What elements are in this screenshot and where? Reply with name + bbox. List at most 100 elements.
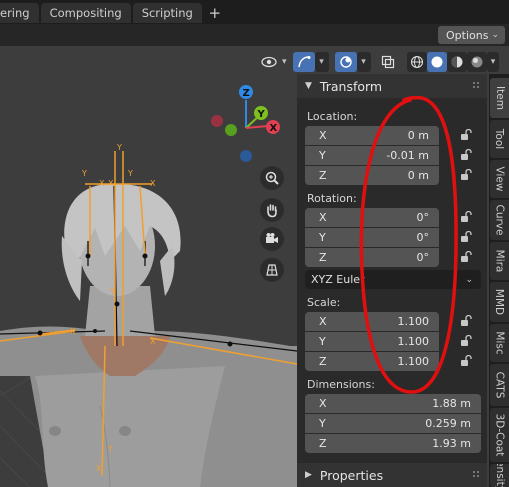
lock-icon[interactable] (460, 355, 474, 367)
camera-icon[interactable] (260, 227, 284, 251)
rotation-y-field[interactable]: Y 0° (305, 228, 439, 247)
gizmo-neg-y[interactable] (225, 124, 237, 136)
rotation-label: Rotation: (307, 192, 357, 205)
options-dropdown[interactable]: Options ⌄ (438, 26, 505, 44)
sidebar-tab-mmd[interactable]: MMD (490, 282, 509, 322)
gizmo-neg-z[interactable] (240, 150, 252, 162)
field-value: 0 m (407, 169, 429, 182)
rotation-mode-dropdown[interactable]: XYZ Euler ⌄ (305, 270, 481, 289)
scale-y-field[interactable]: Y 1.100 (305, 332, 439, 351)
axis-label: Y (319, 335, 326, 348)
tab-label: ensity (493, 464, 506, 487)
gizmo-toggle-icon[interactable] (292, 52, 315, 72)
lock-icon[interactable] (460, 251, 474, 263)
collapse-triangle-icon: ▼ (305, 81, 312, 91)
wireframe-shading-icon[interactable] (407, 52, 427, 72)
lock-icon[interactable] (460, 169, 474, 181)
tab-rendering[interactable]: ering (0, 3, 39, 23)
field-value: -0.01 m (386, 149, 429, 162)
bone-label: X (150, 337, 156, 346)
xray-toggle-icon[interactable] (377, 52, 399, 72)
sidebar-tab-density[interactable]: ensity (490, 464, 509, 487)
gizmo-x-label: X (270, 123, 278, 134)
gizmo-y-label: Y (257, 109, 266, 120)
drag-handle-icon[interactable] (473, 82, 481, 90)
scale-x-field[interactable]: X 1.100 (305, 312, 439, 331)
gizmo-neg-x[interactable] (211, 115, 223, 127)
pan-hand-icon[interactable] (260, 198, 284, 222)
gizmo-z-label: Z (243, 88, 250, 99)
lock-icon[interactable] (460, 315, 474, 327)
rotation-z-field[interactable]: Z 0° (305, 248, 439, 267)
sidebar-tab-3dcoat[interactable]: 3D-Coat (490, 408, 509, 462)
tab-label: Mira (493, 249, 506, 273)
material-shading-icon[interactable] (447, 52, 467, 72)
sidebar-tab-mira[interactable]: Mira (490, 242, 509, 280)
axis-label: Z (319, 169, 327, 182)
tab-compositing[interactable]: Compositing (40, 3, 131, 23)
tab-label: MMD (493, 288, 506, 316)
axis-label: X (319, 211, 327, 224)
axis-label: Z (319, 251, 327, 264)
location-z-field[interactable]: Z 0 m (305, 166, 439, 185)
field-value: 0 m (407, 129, 429, 142)
sidebar-tab-view[interactable]: View (490, 160, 509, 198)
ortho-grid-icon[interactable] (260, 258, 284, 282)
sidebar-tab-item[interactable]: Item (490, 78, 509, 118)
chevron-down-icon[interactable]: ▾ (356, 52, 371, 72)
bone-label: Y (109, 287, 115, 296)
chevron-down-icon: ⌄ (491, 30, 499, 40)
navigation-gizmo[interactable]: Z Y X (211, 85, 280, 162)
chevron-down-icon[interactable]: ▾ (282, 57, 287, 67)
lock-icon[interactable] (460, 129, 474, 141)
properties-panel-header[interactable]: ▶ Properties (297, 463, 487, 487)
sidebar-tab-tool[interactable]: Tool (490, 120, 509, 158)
sidebar-tab-curve[interactable]: Curve (490, 200, 509, 240)
tab-label: Item (493, 86, 506, 110)
field-value: 1.100 (397, 335, 430, 348)
solid-shading-icon[interactable] (427, 52, 447, 72)
axis-label: Y (319, 417, 326, 430)
axis-label: X (319, 397, 327, 410)
properties-title: Properties (319, 467, 384, 483)
add-workspace-button[interactable]: + (204, 3, 226, 23)
axis-label: X (319, 315, 327, 328)
field-value: 0° (416, 231, 430, 244)
lock-icon[interactable] (460, 211, 474, 223)
location-x-field[interactable]: X 0 m (305, 126, 439, 145)
eye-icon[interactable] (258, 52, 280, 72)
drag-handle-icon[interactable] (473, 471, 481, 479)
viewport-header: Options ⌄ (0, 24, 509, 46)
chevron-down-icon[interactable]: ▾ (314, 52, 329, 72)
bone-label: Y (81, 169, 87, 178)
sidebar-tab-cats[interactable]: CATS (490, 364, 509, 406)
field-value: 1.88 m (432, 397, 471, 410)
dimensions-z-field[interactable]: Z 1.93 m (305, 434, 481, 453)
overlay-toggle-icon[interactable] (334, 52, 357, 72)
tab-label: Misc (493, 331, 506, 355)
field-value: 1.100 (397, 355, 430, 368)
lock-icon[interactable] (460, 231, 474, 243)
axis-label: Z (319, 437, 327, 450)
bone-label: Y (107, 444, 113, 453)
chevron-down-icon[interactable]: ▾ (487, 52, 499, 72)
field-value: 1.93 m (432, 437, 471, 450)
scale-label: Scale: (307, 296, 341, 309)
rotation-x-field[interactable]: X 0° (305, 208, 439, 227)
lock-icon[interactable] (460, 335, 474, 347)
scale-z-field[interactable]: Z 1.100 (305, 352, 439, 371)
tab-scripting[interactable]: Scripting (132, 3, 202, 23)
dimensions-y-field[interactable]: Y 0.259 m (305, 414, 481, 433)
tab-label: Curve (493, 204, 506, 236)
sidebar-tab-misc[interactable]: Misc (490, 324, 509, 362)
lock-icon[interactable] (460, 149, 474, 161)
field-value: 1.100 (397, 315, 430, 328)
location-y-field[interactable]: Y -0.01 m (305, 146, 439, 165)
dimensions-x-field[interactable]: X 1.88 m (305, 394, 481, 413)
sidebar-panel: ▼ Transform Location: X 0 m Y -0.01 m Z 0 m… (297, 74, 487, 487)
rendered-shading-icon[interactable] (467, 52, 487, 72)
bone-label: X (108, 179, 114, 188)
transform-panel-header[interactable]: ▼ Transform (297, 74, 487, 98)
bone-label: X (96, 464, 102, 473)
zoom-icon[interactable] (260, 166, 284, 190)
